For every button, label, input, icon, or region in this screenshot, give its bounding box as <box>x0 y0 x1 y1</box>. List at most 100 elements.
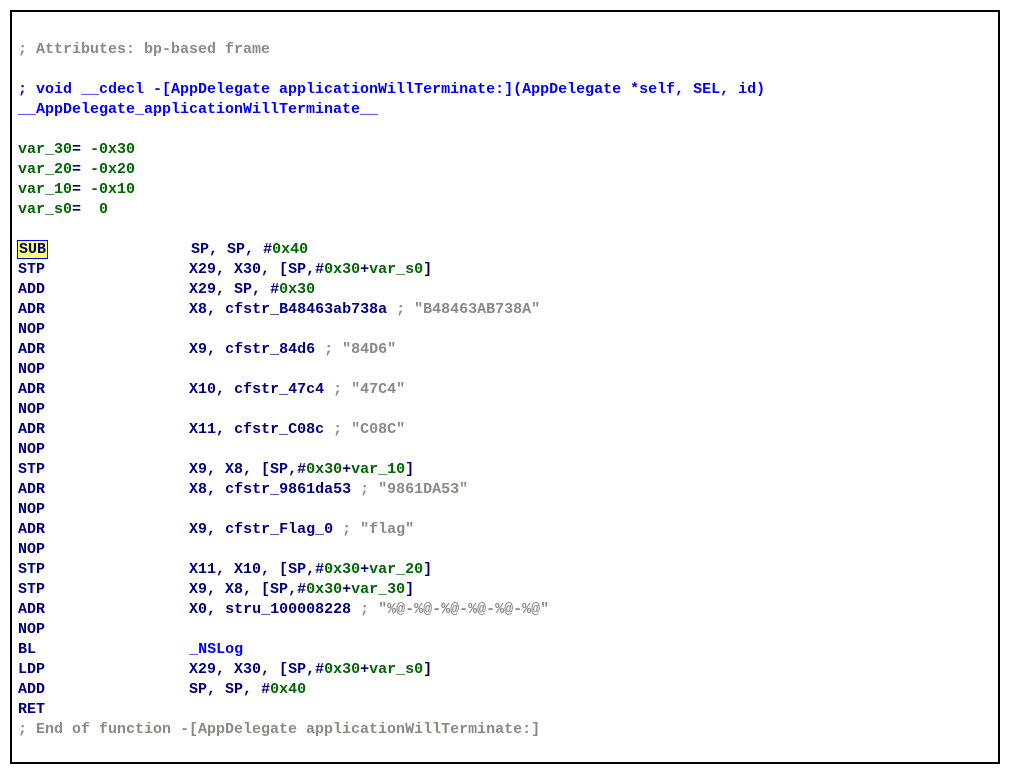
attributes-comment: ; Attributes: bp-based frame <box>18 40 992 60</box>
var-val: -0x30 <box>90 141 135 158</box>
operands: X29, X30, [SP, <box>189 661 315 678</box>
string-comment: ; "47C4" <box>333 381 405 398</box>
var-name: var_30 <box>18 141 72 158</box>
var-def: var_20= -0x20 <box>18 160 992 180</box>
asm-line[interactable]: RET <box>18 700 992 720</box>
empty-line <box>18 60 992 80</box>
number: 0x30 <box>306 581 342 598</box>
asm-line[interactable]: ADR X8, cfstr_9861da53 ; "9861DA53" <box>18 480 992 500</box>
asm-line[interactable]: NOP <box>18 540 992 560</box>
mnemonic-highlighted: SUB <box>18 241 47 258</box>
plus: + <box>360 561 369 578</box>
mnemonic: NOP <box>18 401 45 418</box>
var-val: -0x20 <box>90 161 135 178</box>
mnemonic: NOP <box>18 441 45 458</box>
asm-line[interactable]: STP X29, X30, [SP,#0x30+var_s0] <box>18 260 992 280</box>
mnemonic: ADR <box>18 381 45 398</box>
var-name: var_10 <box>18 181 72 198</box>
gap <box>45 461 189 478</box>
operands: X9, X8, [SP, <box>189 461 297 478</box>
mnemonic: ADD <box>18 681 45 698</box>
var-ref: var_s0 <box>369 261 423 278</box>
asm-line[interactable]: SUB SP, SP, #0x40 <box>18 240 992 260</box>
asm-line[interactable]: ADR X11, cfstr_C08c ; "C08C" <box>18 420 992 440</box>
disassembly-frame: ; Attributes: bp-based frame ; void __cd… <box>10 10 1000 764</box>
mnemonic: ADR <box>18 301 45 318</box>
asm-line[interactable]: ADD X29, SP, #0x30 <box>18 280 992 300</box>
var-eq: = <box>72 161 90 178</box>
operands: X9, <box>189 341 225 358</box>
mnemonic: ADR <box>18 521 45 538</box>
hash: # <box>263 241 272 258</box>
asm-line[interactable]: STP X9, X8, [SP,#0x30+var_30] <box>18 580 992 600</box>
plus: + <box>360 261 369 278</box>
asm-line[interactable]: NOP <box>18 400 992 420</box>
plus: + <box>342 461 351 478</box>
mnemonic: ADR <box>18 421 45 438</box>
symbol: cfstr_C08c <box>234 421 333 438</box>
gap <box>45 581 189 598</box>
gap <box>45 341 189 358</box>
hash: # <box>315 561 324 578</box>
close-bracket: ] <box>423 661 432 678</box>
operands: X29, X30, [SP, <box>189 261 315 278</box>
empty-line <box>18 120 992 140</box>
close-bracket: ] <box>423 261 432 278</box>
mnemonic: NOP <box>18 541 45 558</box>
var-def: var_30= -0x30 <box>18 140 992 160</box>
empty-line <box>18 20 992 40</box>
mnemonic: STP <box>18 461 45 478</box>
asm-line[interactable]: ADR X8, cfstr_B48463ab738a ; "B48463AB73… <box>18 300 992 320</box>
plus: + <box>360 661 369 678</box>
var-ref: var_10 <box>351 461 405 478</box>
asm-line[interactable]: NOP <box>18 440 992 460</box>
asm-line[interactable]: LDP X29, X30, [SP,#0x30+var_s0] <box>18 660 992 680</box>
gap <box>45 421 189 438</box>
end-comment: ; End of function -[AppDelegate applicat… <box>18 720 992 740</box>
mnemonic: BL <box>18 641 36 658</box>
plus: + <box>342 581 351 598</box>
mnemonic: ADR <box>18 481 45 498</box>
hash: # <box>297 461 306 478</box>
asm-line[interactable]: STP X11, X10, [SP,#0x30+var_20] <box>18 560 992 580</box>
close-bracket: ] <box>405 461 414 478</box>
operands: X9, <box>189 521 225 538</box>
asm-line[interactable]: BL _NSLog <box>18 640 992 660</box>
string-comment: ; "9861DA53" <box>360 481 468 498</box>
number: 0x30 <box>324 261 360 278</box>
asm-line[interactable]: NOP <box>18 620 992 640</box>
var-val: 0 <box>99 201 108 218</box>
gap <box>45 561 189 578</box>
asm-line[interactable]: STP X9, X8, [SP,#0x30+var_10] <box>18 460 992 480</box>
asm-line[interactable]: ADR X9, cfstr_84d6 ; "84D6" <box>18 340 992 360</box>
mnemonic: NOP <box>18 621 45 638</box>
mnemonic: STP <box>18 581 45 598</box>
symbol: stru_100008228 <box>225 601 360 618</box>
var-eq: = <box>72 181 90 198</box>
string-comment: ; "flag" <box>342 521 414 538</box>
asm-line[interactable]: ADD SP, SP, #0x40 <box>18 680 992 700</box>
number: 0x40 <box>272 241 308 258</box>
asm-line[interactable]: NOP <box>18 360 992 380</box>
symbol: cfstr_B48463ab738a <box>225 301 396 318</box>
mnemonic: STP <box>18 561 45 578</box>
operands: X11, X10, [SP, <box>189 561 315 578</box>
gap <box>45 301 189 318</box>
asm-line[interactable]: ADR X0, stru_100008228 ; "%@-%@-%@-%@-%@… <box>18 600 992 620</box>
asm-line[interactable]: NOP <box>18 500 992 520</box>
operands: SP, SP, <box>191 241 263 258</box>
gap <box>45 521 189 538</box>
number: 0x40 <box>270 681 306 698</box>
empty-line <box>18 220 992 240</box>
operands: X0, <box>189 601 225 618</box>
asm-line[interactable]: ADR X10, cfstr_47c4 ; "47C4" <box>18 380 992 400</box>
mnemonic: RET <box>18 701 45 718</box>
var-def: var_10= -0x10 <box>18 180 992 200</box>
mnemonic: NOP <box>18 361 45 378</box>
gap <box>47 241 191 258</box>
asm-line[interactable]: NOP <box>18 320 992 340</box>
gap <box>45 481 189 498</box>
asm-line[interactable]: ADR X9, cfstr_Flag_0 ; "flag" <box>18 520 992 540</box>
mnemonic: NOP <box>18 321 45 338</box>
declaration-comment: ; void __cdecl -[AppDelegate application… <box>18 80 992 100</box>
